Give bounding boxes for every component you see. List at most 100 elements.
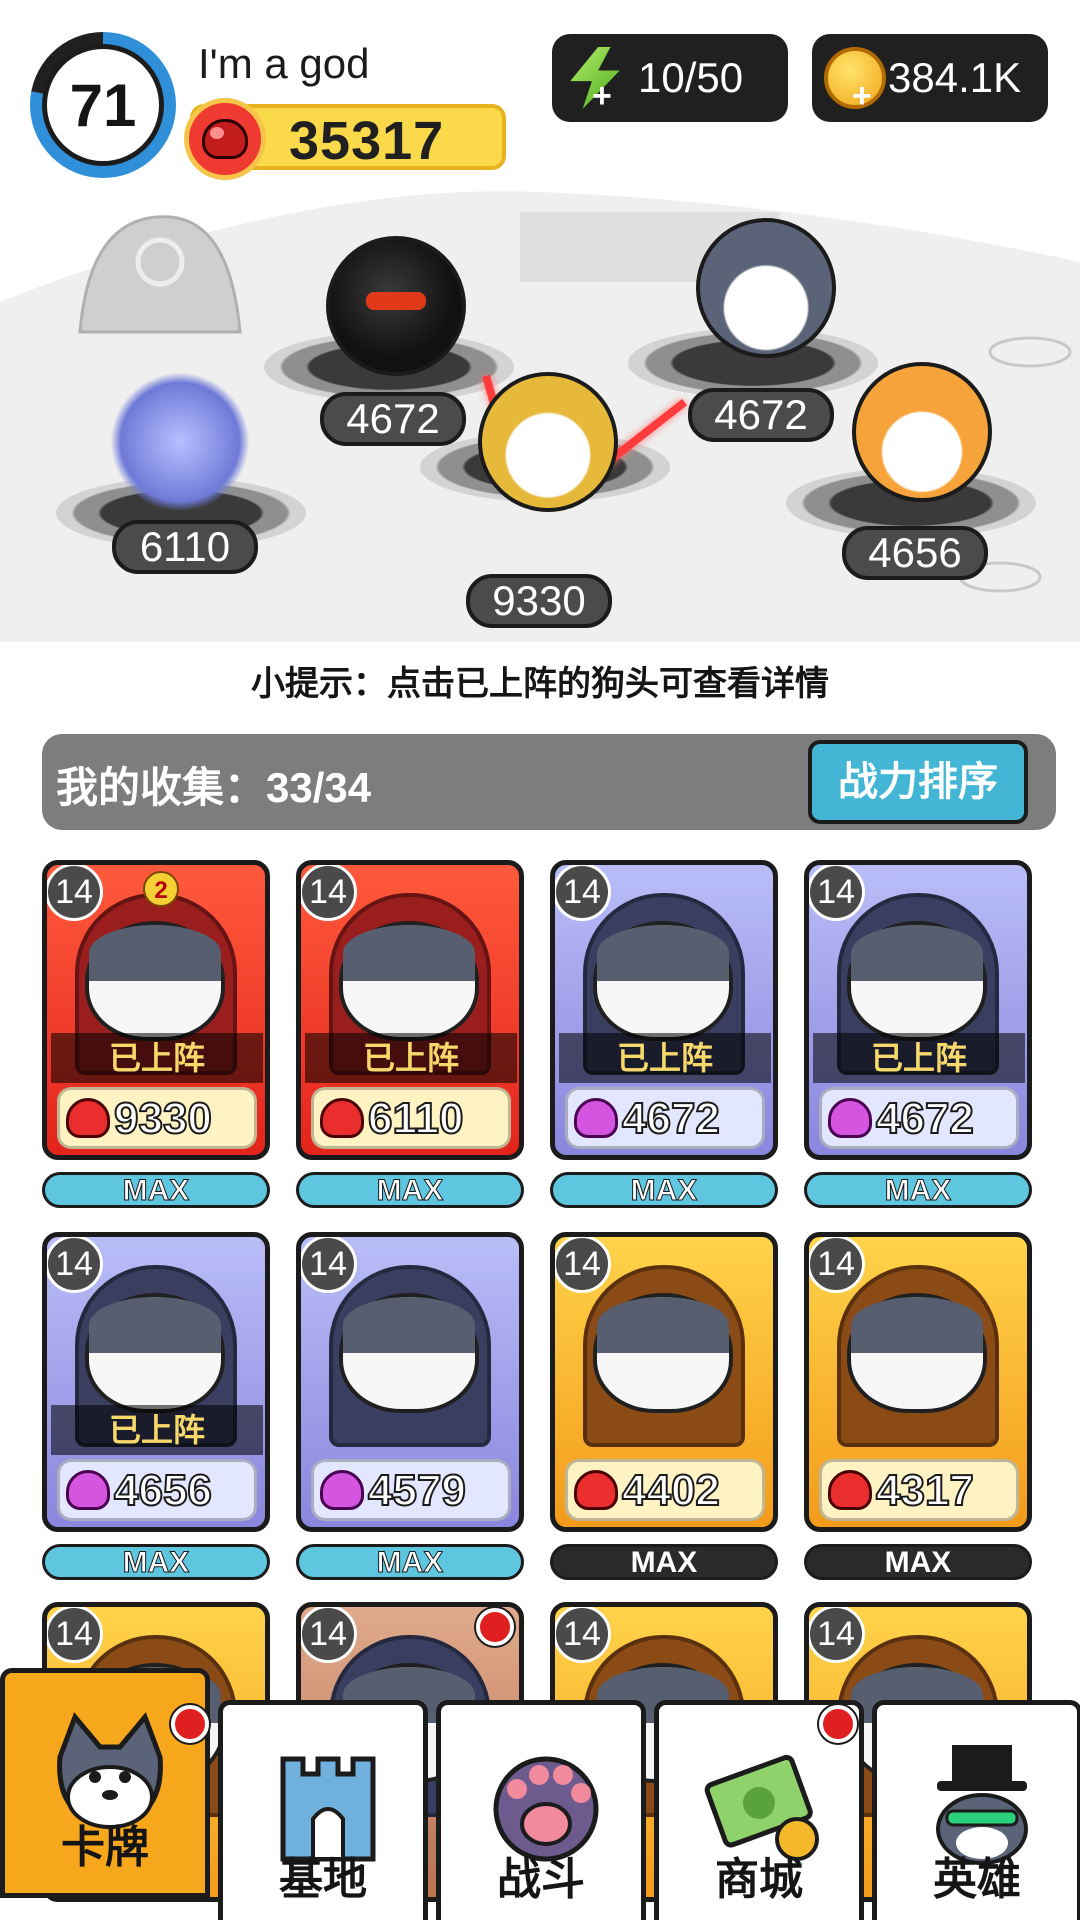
collection-bar: 我的收集：33/34 战力排序	[42, 734, 1056, 830]
dog-card[interactable]: 14 4579	[296, 1232, 524, 1532]
notification-dot	[171, 1705, 209, 1743]
unit-power-tag: 6110	[112, 520, 258, 574]
level-circle: 71	[42, 44, 164, 166]
tab-battle[interactable]: 战斗	[436, 1700, 646, 1920]
card-power-box: 4672	[819, 1087, 1019, 1149]
dog-portrait	[847, 1293, 987, 1413]
card-level-badge: 14	[555, 1607, 611, 1663]
card-level-badge: 14	[301, 1237, 357, 1293]
dog-portrait	[847, 921, 987, 1041]
energy-resource[interactable]: 10/50 +	[552, 34, 788, 122]
card-power-box: 4656	[57, 1459, 257, 1521]
fist-icon	[66, 1470, 110, 1510]
card-power-value: 4672	[875, 1093, 975, 1144]
fist-power-icon	[184, 98, 266, 180]
card-power-box: 4672	[565, 1087, 765, 1149]
golden-helmet-dog-unit[interactable]	[478, 372, 618, 512]
tab-cards[interactable]: 卡牌	[0, 1668, 210, 1898]
coin-resource[interactable]: 384.1K +	[812, 34, 1048, 122]
dog-card[interactable]: 14 4402	[550, 1232, 778, 1532]
dog-card[interactable]: 14 4317	[804, 1232, 1032, 1532]
card-power-box: 6110	[311, 1087, 511, 1149]
card-power-value: 9330	[113, 1093, 213, 1144]
tab-base[interactable]: 基地	[218, 1700, 428, 1920]
card-level-badge: 14	[809, 1607, 865, 1663]
tab-label: 基地	[279, 1855, 367, 1904]
max-level-bar: MAX	[296, 1544, 524, 1580]
card-power-box: 4579	[311, 1459, 511, 1521]
card-level-badge: 14	[809, 1237, 865, 1293]
max-level-bar: MAX	[42, 1544, 270, 1580]
dog-card[interactable]: 14 已上阵 4656	[42, 1232, 270, 1532]
card-level-badge: 14	[47, 1237, 103, 1293]
dog-card[interactable]: 14 已上阵 4672	[804, 860, 1032, 1160]
card-level-badge: 14	[47, 1607, 103, 1663]
energy-value: 10/50	[638, 54, 744, 101]
card-power-value: 4656	[113, 1465, 213, 1516]
deployed-label: 已上阵	[51, 1405, 263, 1455]
fist-icon	[320, 1470, 364, 1510]
card-level-badge: 14	[301, 865, 357, 921]
fist-icon	[828, 1470, 872, 1510]
dog-card[interactable]: 14 2 已上阵 9330	[42, 860, 270, 1160]
dog-card[interactable]: 14 已上阵 6110	[296, 860, 524, 1160]
fist-icon	[320, 1098, 364, 1138]
fist-icon	[574, 1470, 618, 1510]
card-level-badge: 14	[301, 1607, 357, 1663]
dog-portrait	[593, 1293, 733, 1413]
cyber-dog-unit[interactable]	[696, 218, 836, 358]
card-level-badge: 14	[47, 865, 103, 921]
card-power-box: 9330	[57, 1087, 257, 1149]
card-power-value: 6110	[367, 1093, 464, 1144]
bottom-nav: 卡牌 基地 战斗 商城 英雄	[0, 1664, 1080, 1920]
unit-power-tag: 9330	[466, 574, 612, 628]
card-power-box: 4402	[565, 1459, 765, 1521]
coin-value: 384.1K	[888, 54, 1022, 101]
deployed-label: 已上阵	[813, 1033, 1025, 1083]
player-level: 71	[69, 71, 137, 139]
max-level-bar: MAX	[804, 1544, 1032, 1580]
player-power-value: 35317	[289, 111, 445, 171]
card-level-badge: 14	[555, 865, 611, 921]
tiger-dog-unit[interactable]	[852, 362, 992, 502]
battle-formation-arena: 6110 4672 9330 4672 4656	[0, 182, 1080, 642]
max-level-bar: MAX	[550, 1544, 778, 1580]
unit-power-tag: 4672	[688, 388, 834, 442]
player-level-ring[interactable]: 71	[30, 32, 176, 178]
notification-dot	[819, 1705, 857, 1743]
hint-text: 小提示：点击已上阵的狗头可查看详情	[251, 665, 829, 703]
tab-label: 卡牌	[61, 1823, 149, 1872]
unit-power-tag: 4656	[842, 526, 988, 580]
deployed-label: 已上阵	[51, 1033, 263, 1083]
card-level-badge: 14	[555, 1237, 611, 1293]
bomb-dog-unit[interactable]	[326, 236, 466, 376]
tab-shop[interactable]: 商城	[654, 1700, 864, 1920]
dog-portrait	[593, 921, 733, 1041]
tab-label: 英雄	[933, 1855, 1021, 1904]
player-name: I'm a god	[198, 40, 370, 87]
card-power-value: 4317	[875, 1465, 975, 1516]
fist-icon	[574, 1098, 618, 1138]
notification-dot	[476, 1608, 514, 1646]
add-energy-icon[interactable]: +	[592, 79, 616, 113]
tab-heroes[interactable]: 英雄	[872, 1700, 1080, 1920]
fist-icon	[828, 1098, 872, 1138]
add-coins-icon[interactable]: +	[852, 79, 876, 113]
sort-by-power-button[interactable]: 战力排序	[808, 740, 1028, 824]
fist-icon	[66, 1098, 110, 1138]
unit-power-tag: 4672	[320, 392, 466, 446]
game-screen: 71 I'm a god 35317 10/50 + 384.1K + 6110…	[0, 0, 1080, 1920]
max-level-bar: MAX	[550, 1172, 778, 1208]
card-power-value: 4579	[367, 1465, 467, 1516]
dog-portrait	[85, 1293, 225, 1413]
card-level-badge: 14	[809, 865, 865, 921]
tab-label: 战斗	[497, 1855, 585, 1904]
angry-eyes-icon	[366, 292, 426, 310]
deployed-label: 已上阵	[305, 1033, 517, 1083]
glitch-dog-unit[interactable]	[110, 372, 250, 512]
dog-card[interactable]: 14 已上阵 4672	[550, 860, 778, 1160]
dog-portrait	[339, 921, 479, 1041]
dog-portrait	[339, 1293, 479, 1413]
max-level-bar: MAX	[804, 1172, 1032, 1208]
card-power-box: 4317	[819, 1459, 1019, 1521]
